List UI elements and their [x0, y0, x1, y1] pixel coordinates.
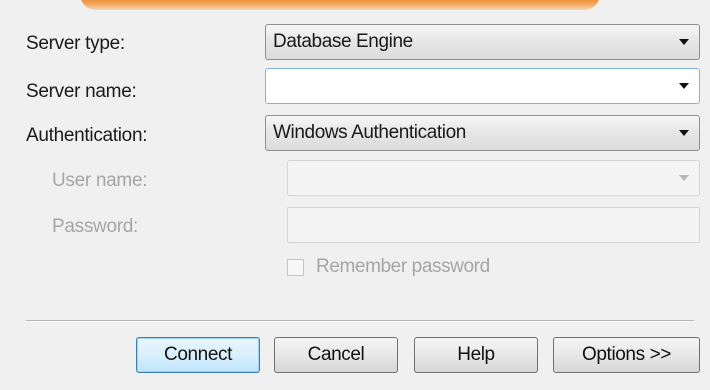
- chevron-down-icon[interactable]: [679, 130, 689, 136]
- help-button[interactable]: Help: [414, 337, 538, 373]
- password-field: [287, 207, 700, 243]
- server-name-combo[interactable]: [265, 68, 700, 104]
- authentication-label: Authentication:: [26, 125, 148, 146]
- remember-password-label: Remember password: [316, 256, 490, 277]
- server-type-label: Server type:: [26, 33, 125, 54]
- remember-password-checkbox: [287, 259, 304, 276]
- password-label: Password:: [52, 216, 139, 237]
- user-name-combo: [287, 160, 700, 196]
- divider: [26, 320, 694, 322]
- chevron-down-icon[interactable]: [679, 39, 689, 45]
- connect-button[interactable]: Connect: [136, 337, 260, 373]
- header-banner: [80, 0, 600, 10]
- chevron-down-icon[interactable]: [679, 83, 689, 89]
- server-name-label: Server name:: [26, 81, 137, 102]
- user-name-label: User name:: [52, 170, 148, 191]
- authentication-select[interactable]: Windows Authentication: [265, 115, 700, 151]
- authentication-value: Windows Authentication: [273, 122, 466, 143]
- chevron-down-icon: [679, 175, 689, 181]
- server-type-select[interactable]: Database Engine: [265, 24, 700, 60]
- server-type-value: Database Engine: [273, 31, 413, 52]
- options-button[interactable]: Options >>: [553, 337, 700, 373]
- cancel-button[interactable]: Cancel: [274, 337, 398, 373]
